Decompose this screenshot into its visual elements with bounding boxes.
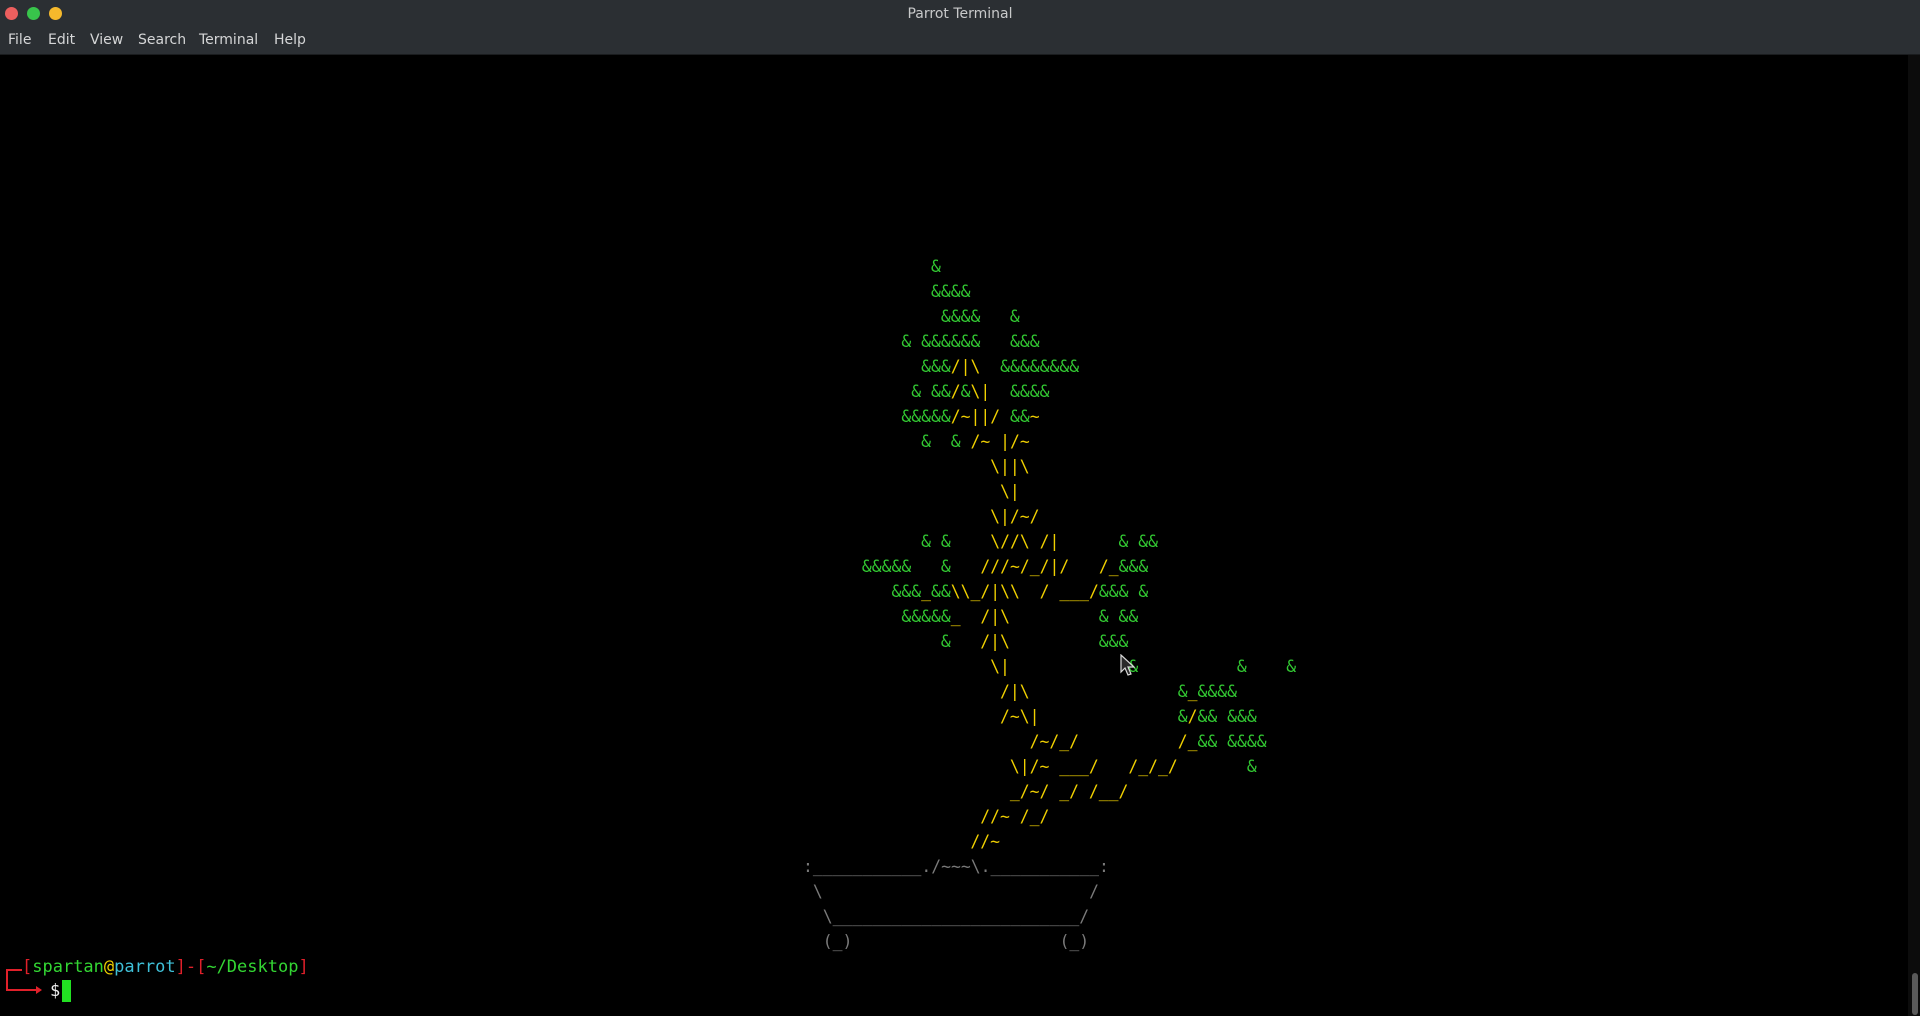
- bonsai-art-line: &&&/|\ &&&&&&&&: [921, 357, 1080, 376]
- bonsai-art-line: \|: [1000, 482, 1020, 501]
- menu-help[interactable]: Help: [272, 32, 308, 48]
- scrollbar-thumb[interactable]: [1912, 973, 1918, 1015]
- bonsai-art-line: &: [930, 257, 941, 276]
- prompt-path: ~/Desktop: [206, 957, 299, 977]
- bonsai-art-line: //~ /_/: [980, 807, 1050, 826]
- bonsai-pot-ascii-art: :___________./~~~\.___________: \ / \___…: [803, 854, 1109, 954]
- prompt-corner-decoration: [6, 969, 22, 991]
- bonsai-art-line: &&&_&&\\_/|\\ / ___/&&& &: [891, 582, 1149, 601]
- bonsai-art-line: & /|\ &&&: [940, 632, 1129, 651]
- menu-search[interactable]: Search: [136, 32, 188, 48]
- bonsai-art-line: _/~/ _/ /__/: [1009, 782, 1129, 801]
- prompt-path-close-bracket: ]: [298, 957, 309, 977]
- terminal-cursor[interactable]: [62, 980, 71, 1002]
- menu-edit[interactable]: Edit: [46, 32, 77, 48]
- prompt-host: parrot: [114, 957, 176, 977]
- bonsai-art-line: \|/~/: [990, 507, 1040, 526]
- bonsai-art-line: & &&/&\| &&&&: [911, 382, 1050, 401]
- bonsai-art-line: /~/_/ /_&& &&&&: [1029, 732, 1267, 751]
- bonsai-art-line: //~: [970, 832, 1001, 851]
- bonsai-art-line: &&&& &: [940, 307, 1020, 326]
- pot-art-line: :___________./~~~\.___________:: [803, 857, 1109, 876]
- window-title: Parrot Terminal: [907, 6, 1013, 22]
- pot-art-line: \_________________________/: [803, 907, 1090, 926]
- prompt-header: [spartan@parrot]-[~/Desktop]: [22, 955, 309, 980]
- prompt-user: spartan: [32, 957, 104, 977]
- menu-file[interactable]: File: [6, 32, 33, 48]
- scrollbar[interactable]: [1908, 55, 1920, 1016]
- prompt-open-bracket: [: [22, 957, 33, 977]
- prompt-arrow-icon: [36, 986, 42, 994]
- menu-view[interactable]: View: [88, 32, 125, 48]
- bonsai-art-line: /|\ &_&&&&: [1000, 682, 1237, 701]
- prompt-path-open-bracket: [: [196, 957, 207, 977]
- bonsai-art-line: & & /~ |/~: [921, 432, 1030, 451]
- bonsai-art-line: /~\| &/&& &&&: [1000, 707, 1257, 726]
- bonsai-art-line: \||\: [990, 457, 1030, 476]
- prompt-at: @: [103, 957, 115, 977]
- bonsai-art-line: & & \//\ /| & &&: [921, 532, 1159, 551]
- bonsai-art-line: \| & & &: [990, 657, 1297, 676]
- mouse-pointer-icon: [1120, 654, 1136, 676]
- bonsai-art-line: & &&&&&& &&&: [901, 332, 1040, 351]
- bonsai-art-line: &&&&&/~||/ &&~: [901, 407, 1040, 426]
- prompt-symbol: $: [50, 981, 61, 1001]
- menu-bar: File Edit View Search Terminal Help: [0, 28, 1920, 55]
- bonsai-art-line: \|/~ ___/ /_/_/ &: [1009, 757, 1257, 776]
- bonsai-art-line: &&&&& & ///~/_/|/ /_&&&: [861, 557, 1149, 576]
- prompt-line-decoration: [6, 989, 40, 991]
- pot-art-line: \ /: [803, 882, 1100, 901]
- prompt-close-bracket: ]: [175, 957, 186, 977]
- bonsai-ascii-art: & &&&& &&&& & & &&&&&& &&& &&&/|\ &&&&&&…: [852, 254, 1296, 854]
- prompt-dash: -: [185, 957, 197, 977]
- bonsai-art-line: &&&&&_ /|\ & &&: [901, 607, 1139, 626]
- menu-terminal[interactable]: Terminal: [197, 32, 260, 48]
- bonsai-art-line: &&&&: [930, 282, 971, 301]
- pot-art-line: (_) (_): [803, 932, 1090, 951]
- title-bar: Parrot Terminal: [0, 0, 1920, 28]
